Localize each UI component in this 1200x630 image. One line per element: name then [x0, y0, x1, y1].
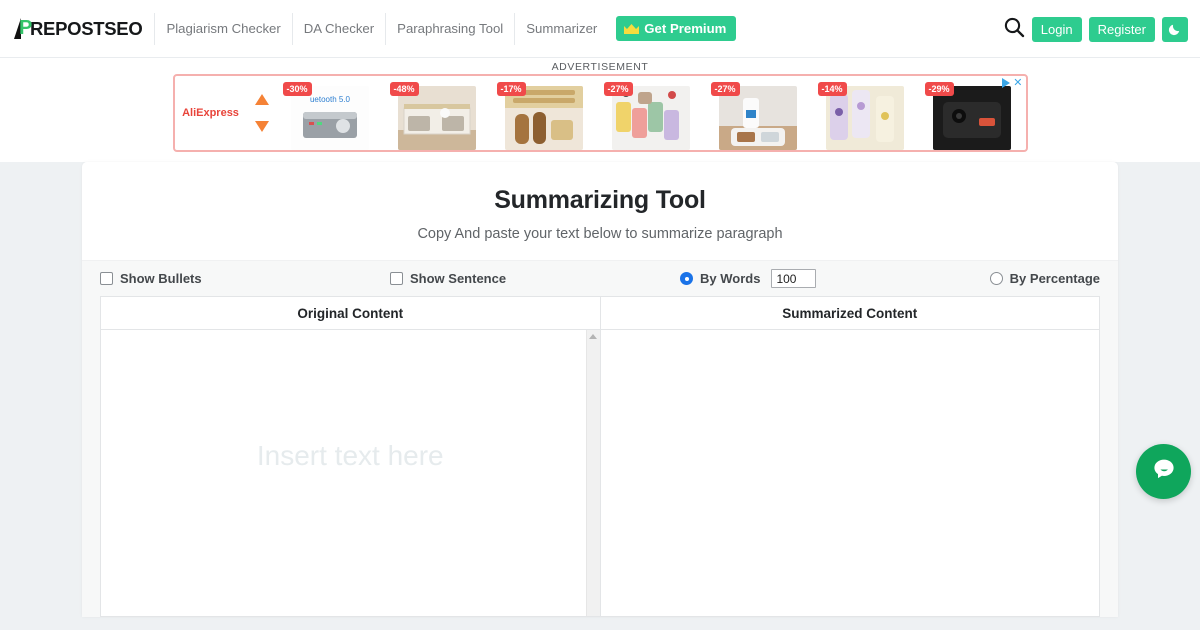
by-percentage-radio[interactable] [989, 272, 1003, 285]
ad-banner[interactable]: AliExpress -30% uetooth 5.0 -48% -17% -2… [172, 74, 1028, 152]
close-icon[interactable]: ✕ [1013, 78, 1022, 89]
scroll-up-icon[interactable] [589, 334, 597, 339]
ad-product-item[interactable]: -14% [812, 76, 919, 150]
content-panels: Original Content Insert text here Summar… [82, 296, 1118, 617]
show-sentence-checkbox[interactable] [390, 272, 403, 285]
ad-scroll-arrows [247, 76, 277, 150]
ad-discount-badge: -48% [389, 82, 419, 96]
show-bullets-option[interactable]: Show Bullets [100, 271, 390, 286]
nav-paraphrasing-tool[interactable]: Paraphrasing Tool [386, 12, 516, 45]
ad-discount-badge: -29% [924, 82, 954, 96]
header-actions: Login Register [1003, 0, 1188, 58]
ad-scroll-down-icon[interactable] [254, 121, 269, 132]
words-count-input[interactable] [771, 269, 817, 288]
original-content-title: Original Content [101, 297, 600, 330]
register-button[interactable]: Register [1088, 16, 1155, 42]
search-icon[interactable] [1003, 16, 1025, 43]
original-content-textarea[interactable]: Insert text here [101, 330, 600, 616]
ad-close-controls[interactable]: ✕ [1002, 78, 1023, 89]
site-logo[interactable]: P REPOSTSEO [14, 15, 143, 43]
get-premium-button[interactable]: Get Premium [616, 16, 737, 41]
ad-product-item[interactable]: -27% [705, 76, 812, 150]
nav-plagiarism-checker[interactable]: Plagiarism Checker [155, 12, 293, 45]
chat-widget-button[interactable] [1136, 444, 1191, 499]
show-bullets-label: Show Bullets [120, 271, 202, 286]
card-header: Summarizing Tool Copy And paste your tex… [82, 162, 1118, 260]
svg-text:uetooth 5.0: uetooth 5.0 [310, 95, 351, 104]
ad-discount-badge: -30% [282, 82, 312, 96]
show-sentence-option[interactable]: Show Sentence [390, 271, 680, 286]
logo-mark-icon: P [14, 17, 33, 39]
by-words-label: By Words [700, 271, 761, 286]
summarized-content-panel: Summarized Content [599, 296, 1100, 617]
main-nav: Plagiarism Checker DA Checker Paraphrasi… [154, 12, 608, 45]
ad-product-item[interactable]: -27% [598, 76, 705, 150]
by-words-radio[interactable] [680, 272, 693, 285]
original-content-scrollbar[interactable] [585, 330, 600, 616]
ad-product-item[interactable]: -48% [384, 76, 491, 150]
page-title: Summarizing Tool [494, 186, 706, 214]
ad-discount-badge: -27% [603, 82, 633, 96]
ad-brand-label: AliExpress [182, 107, 239, 119]
logo-mark-letter: P [19, 17, 33, 39]
get-premium-label: Get Premium [644, 21, 727, 36]
ad-scroll-up-icon[interactable] [254, 94, 269, 105]
show-sentence-label: Show Sentence [410, 271, 507, 286]
by-percentage-label: By Percentage [1009, 271, 1100, 286]
summarizer-card: Summarizing Tool Copy And paste your tex… [82, 162, 1118, 617]
crown-icon [624, 23, 640, 34]
options-bar: Show Bullets Show Sentence By Words By P… [82, 260, 1118, 296]
login-button[interactable]: Login [1031, 16, 1082, 42]
nav-summarizer[interactable]: Summarizer [515, 13, 608, 45]
advertisement-region: AliExpress -30% uetooth 5.0 -48% -17% -2… [0, 74, 1200, 162]
page-subtitle: Copy And paste your text below to summar… [417, 226, 783, 242]
ad-product-item[interactable]: -30% uetooth 5.0 [277, 76, 384, 150]
by-percentage-option[interactable]: By Percentage [980, 271, 1100, 286]
ad-discount-badge: -17% [496, 82, 526, 96]
advertisement-label: ADVERTISEMENT [0, 58, 1200, 74]
original-content-panel: Original Content Insert text here [100, 296, 600, 617]
dark-mode-toggle[interactable] [1162, 16, 1188, 42]
summarized-content-title: Summarized Content [600, 297, 1099, 330]
original-content-placeholder: Insert text here [256, 440, 444, 471]
ad-discount-badge: -14% [817, 82, 847, 96]
ad-product-list: -30% uetooth 5.0 -48% -17% -27% -27% -14… [277, 76, 1026, 150]
site-header: P REPOSTSEO Plagiarism Checker DA Checke… [0, 0, 1200, 58]
adchoices-icon[interactable] [1002, 78, 1011, 88]
nav-da-checker[interactable]: DA Checker [293, 12, 387, 45]
chat-bubble-icon [1151, 456, 1177, 487]
logo-text: REPOSTSEO [30, 18, 143, 39]
summarized-content-textarea[interactable] [600, 330, 1099, 616]
show-bullets-checkbox[interactable] [100, 272, 113, 285]
ad-discount-badge: -27% [710, 82, 740, 96]
ad-product-item[interactable]: -17% [491, 76, 598, 150]
by-words-option[interactable]: By Words [680, 269, 980, 288]
